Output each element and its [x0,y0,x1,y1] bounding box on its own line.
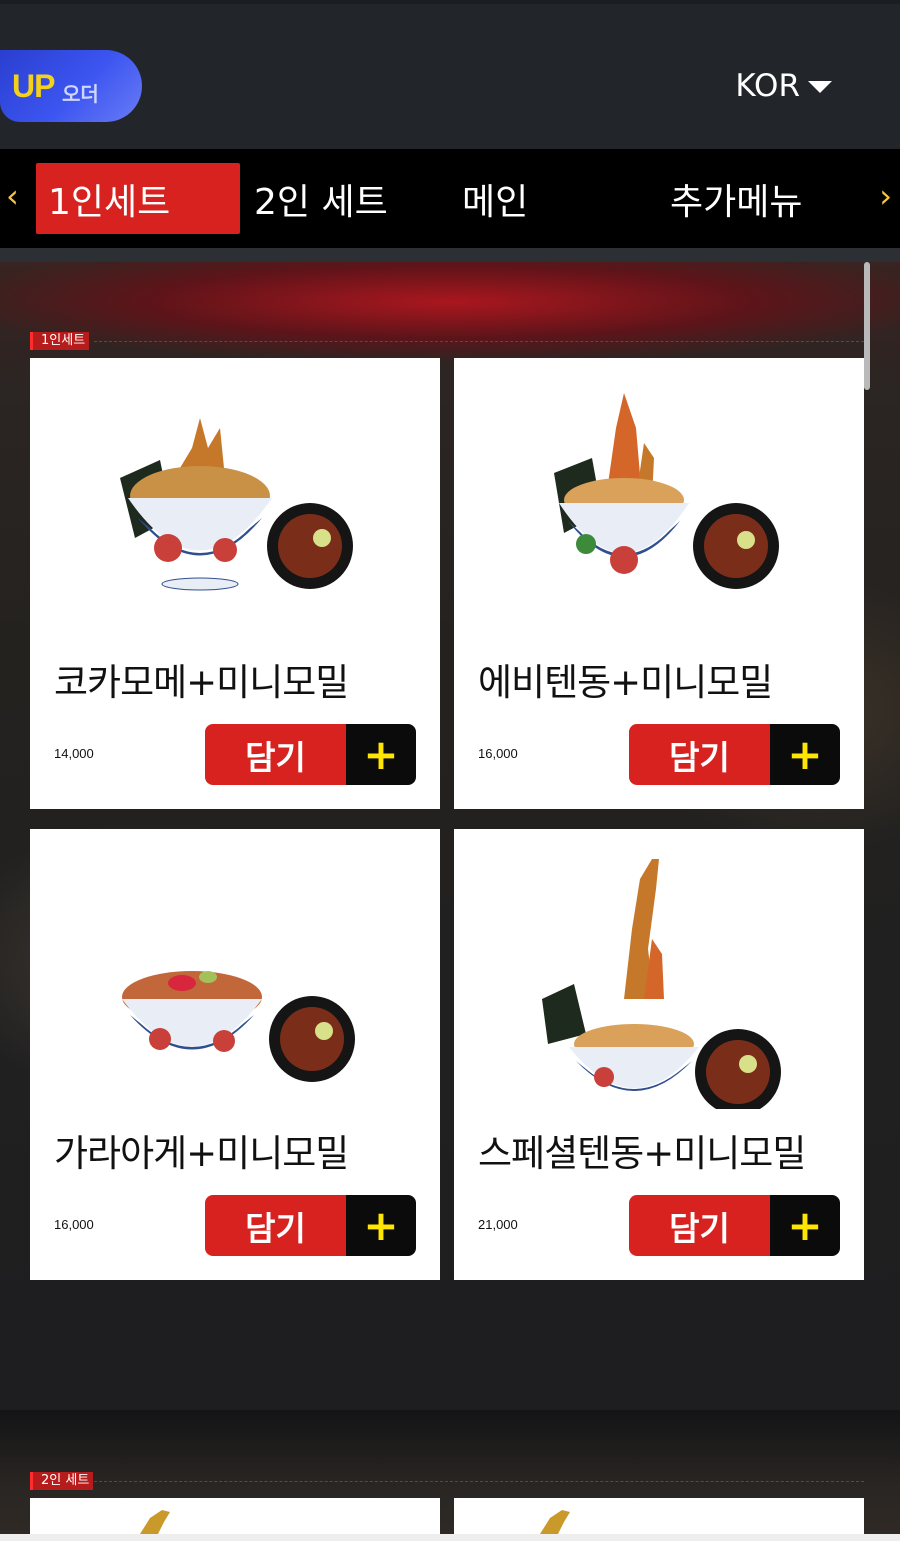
food-image [540,1510,570,1534]
plus-icon: + [770,724,840,785]
food-image [140,1510,170,1534]
chevron-right-icon[interactable]: › [879,177,892,215]
chevron-down-icon [808,81,832,93]
menu-item-name: 스페셜텐동+미니모밀 [478,1132,806,1175]
section-title: 1인세트 [30,332,90,350]
add-to-cart-button[interactable]: 담기 + [205,1195,416,1256]
menu-card[interactable] [454,1498,864,1534]
tab-1person-set[interactable]: 1인세트 [36,163,240,234]
food-image [122,971,355,1082]
section-header: 1인세트 [30,332,864,350]
menu-item-name: 에비텐동+미니모밀 [478,661,773,704]
food-image [120,418,353,591]
menu-item-name: 가라아게+미니모밀 [54,1132,349,1175]
food-image [542,859,781,1109]
tab-2person-set[interactable]: 2인 세트 [242,163,432,234]
add-to-cart-label: 담기 [205,724,346,785]
menu-item-price: 16,000 [478,746,518,761]
tab-main[interactable]: 메인 [450,163,600,234]
header-bar: UP 오더 KOR [0,4,900,149]
menu-card[interactable]: 에비텐동+미니모밀 16,000 담기 + [454,358,864,809]
category-tabs: ‹ 1인세트 2인 세트 메인 추가메뉴 › [0,149,900,248]
menu-item-name: 코카모메+미니모밀 [54,661,349,704]
menu-item-price: 14,000 [54,746,94,761]
nav-divider [0,248,900,262]
language-label: KOR [735,68,800,104]
plus-icon: + [346,1195,416,1256]
food-image [554,393,779,589]
plus-icon: + [346,724,416,785]
tab-extra-menu[interactable]: 추가메뉴 [658,163,848,234]
logo-order-text: 오더 [62,82,99,106]
add-to-cart-label: 담기 [629,724,770,785]
plus-icon: + [770,1195,840,1256]
add-to-cart-button[interactable]: 담기 + [205,724,416,785]
add-to-cart-label: 담기 [629,1195,770,1256]
menu-card[interactable]: 스페셜텐동+미니모밀 21,000 담기 + [454,829,864,1280]
chevron-left-icon[interactable]: ‹ [6,177,19,215]
logo: UP 오더 [0,50,142,122]
menu-card[interactable] [30,1498,440,1534]
add-to-cart-button[interactable]: 담기 + [629,724,840,785]
logo-up-text: UP [12,68,55,104]
menu-card[interactable]: 코카모메+미니모밀 14,000 담기 + [30,358,440,809]
section-divider [94,341,864,342]
section-divider [94,1481,864,1482]
scrollbar-thumb[interactable] [864,262,870,390]
add-to-cart-label: 담기 [205,1195,346,1256]
language-selector[interactable]: KOR [735,66,832,106]
menu-item-price: 21,000 [478,1217,518,1232]
menu-card[interactable]: 가라아게+미니모밀 16,000 담기 + [30,829,440,1280]
bottom-edge [0,1534,900,1541]
add-to-cart-button[interactable]: 담기 + [629,1195,840,1256]
section-header: 2인 세트 [30,1472,864,1490]
section-title: 2인 세트 [30,1472,94,1490]
menu-item-price: 16,000 [54,1217,94,1232]
